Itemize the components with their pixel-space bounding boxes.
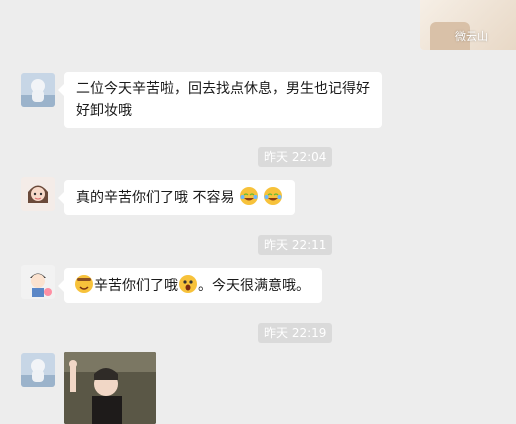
timestamp: 昨天 22:11 [258,235,333,255]
message-text-line-1: 二位今天辛苦啦，回去找点休息，男生也记得好 [76,81,370,97]
avatar-contact-a[interactable] [21,73,55,107]
avatar-image [21,353,55,387]
message-bubble[interactable]: 辛苦你们了哦 。今天很满意哦。 [58,268,322,303]
timestamp: 昨天 22:19 [258,323,333,343]
screaming-face-icon [179,275,197,293]
message-bubble[interactable]: 真的辛苦你们了哦 不容易 [57,180,296,215]
photo-content [64,352,156,424]
message-text-line-2: 好卸妆哦 [76,103,132,119]
avatar-contact-a[interactable] [21,353,55,387]
shared-photo[interactable] [64,352,156,424]
message-text: 真的辛苦你们了哦 不容易 [76,190,235,206]
avatar-image [21,265,55,299]
avatar-contact-c[interactable] [21,265,55,299]
photo-watermark: 微云山 [455,30,488,43]
avatar-image [21,177,55,211]
timestamp: 昨天 22:04 [258,147,333,167]
avatar-image [21,73,55,107]
grinning-face-icon [75,275,93,293]
avatar-contact-b[interactable] [21,177,55,211]
message-bubble[interactable]: 二位今天辛苦啦，回去找点休息，男生也记得好 好卸妆哦 [58,72,382,128]
laughing-crying-face-icon [264,187,283,205]
message-text-part-2: 。今天很满意哦。 [198,278,310,294]
message-text-part-1: 辛苦你们了哦 [94,278,178,294]
laughing-crying-face-icon [239,187,258,205]
shared-photo-top[interactable]: 微云山 [420,0,516,50]
